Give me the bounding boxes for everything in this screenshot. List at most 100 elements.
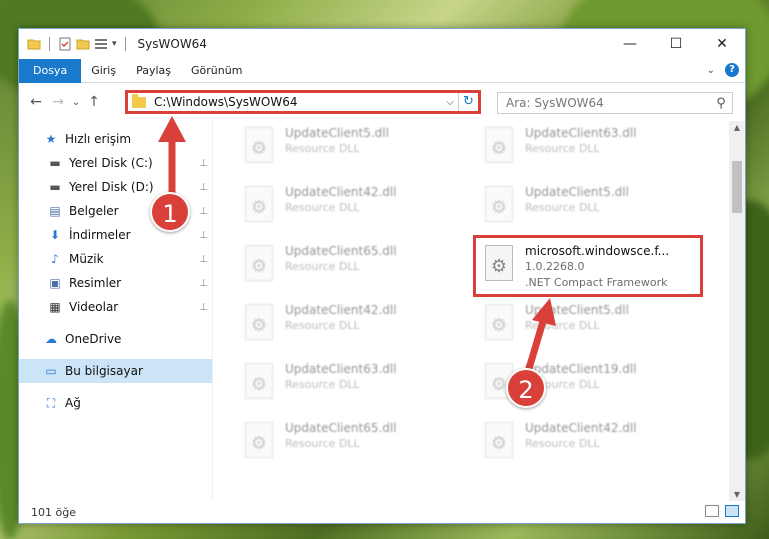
window-title: SysWOW64 — [137, 37, 207, 51]
sidebar-item[interactable]: ♪ Müzik ⊥ — [19, 247, 212, 271]
network-icon: ⛶ — [46, 395, 56, 410]
vertical-scrollbar[interactable]: ▲ ▼ — [729, 121, 745, 501]
tab-share[interactable]: Paylaş — [126, 59, 181, 83]
file-item[interactable]: ⚙ UpdateClient5.dll Resource DLL — [241, 125, 461, 173]
file-name: UpdateClient65.dll — [285, 244, 397, 258]
file-item[interactable]: ⚙ UpdateClient42.dll Resource DLL — [241, 184, 461, 232]
customize-toolbar-icon[interactable]: ▾ — [112, 39, 117, 49]
pin-icon: ⊥ — [199, 157, 208, 169]
explorer-window: ▾ SysWOW64 — ☐ ✕ Dosya Giriş Paylaş Görü… — [18, 28, 746, 524]
videos-icon: ▦ — [49, 300, 61, 314]
dll-file-icon: ⚙ — [241, 302, 277, 342]
navigation-pane: ★ Hızlı erişim ▬ Yerel Disk (C:) ⊥ ▬ Yerel Dis… — [19, 121, 213, 501]
folder-icon — [132, 93, 146, 108]
folder-icon — [27, 39, 41, 50]
address-path[interactable]: C:\Windows\SysWOW64 — [154, 95, 442, 109]
documents-icon: ▤ — [49, 204, 61, 218]
sidebar-item[interactable]: ▬ Yerel Disk (D:) ⊥ — [19, 175, 212, 199]
dll-file-icon: ⚙ — [241, 184, 277, 224]
file-description: Resource DLL — [525, 437, 600, 450]
sidebar-item[interactable]: ▣ Resimler ⊥ — [19, 271, 212, 295]
file-description: Resource DLL — [285, 437, 360, 450]
file-item[interactable]: ⚙ UpdateClient42.dll Resource DLL — [241, 302, 461, 350]
sidebar-item[interactable]: ★ Hızlı erişim — [19, 127, 212, 151]
navigation-bar: ← → ⌄ ↑ C:\Windows\SysWOW64 ⌵ ↻ Ara: Sys… — [19, 83, 745, 121]
address-dropdown-button[interactable]: ⌵ — [442, 97, 458, 108]
forward-button[interactable]: → — [47, 94, 69, 110]
downloads-icon: ⬇ — [49, 228, 61, 242]
divider — [124, 37, 126, 51]
file-name: UpdateClient63.dll — [285, 362, 397, 376]
tab-file[interactable]: Dosya — [19, 58, 82, 83]
maximize-button[interactable]: ☐ — [653, 29, 699, 59]
file-name: UpdateClient5.dll — [285, 126, 389, 140]
file-item[interactable]: ⚙ UpdateClient5.dll Resource DLL — [481, 184, 701, 232]
dll-file-icon: ⚙ — [481, 302, 517, 342]
file-description: Resource DLL — [285, 319, 360, 332]
file-item[interactable]: ⚙ UpdateClient42.dll Resource DLL — [481, 420, 701, 468]
sidebar-item[interactable]: ☁ OneDrive — [19, 327, 212, 351]
pin-icon: ⊥ — [199, 301, 208, 313]
scrollbar-thumb[interactable] — [732, 161, 742, 213]
scroll-up-arrow[interactable]: ▲ — [729, 123, 745, 132]
back-button[interactable]: ← — [25, 94, 47, 110]
file-item[interactable]: ⚙ UpdateClient63.dll Resource DLL — [241, 361, 461, 409]
sidebar-item-label: Müzik — [69, 252, 104, 266]
file-name: UpdateClient42.dll — [285, 185, 397, 199]
tiles-view-icon[interactable] — [725, 505, 739, 517]
help-button[interactable]: ? — [725, 63, 739, 77]
window-controls: — ☐ ✕ — [607, 29, 745, 59]
sidebar-item-label: Yerel Disk (C:) — [69, 156, 153, 170]
file-list: ⚙ UpdateClient5.dll Resource DLL ⚙ UpdateCli… — [213, 121, 729, 501]
sidebar-item-label: OneDrive — [65, 332, 122, 346]
ribbon-tabs: Dosya Giriş Paylaş Görünüm ⌄ ? — [19, 58, 745, 83]
sidebar-item-label: İndirmeler — [69, 228, 131, 242]
minimize-button[interactable]: — — [607, 29, 653, 59]
dll-file-icon: ⚙ — [241, 125, 277, 165]
scroll-down-arrow[interactable]: ▼ — [729, 490, 745, 499]
search-icon[interactable]: ⚲ — [710, 96, 732, 111]
dll-file-icon: ⚙ — [241, 243, 277, 283]
pin-icon: ⊥ — [199, 181, 208, 193]
search-input[interactable]: Ara: SysWOW64 — [506, 96, 710, 110]
dll-file-icon: ⚙ — [481, 125, 517, 165]
chevron-down-icon[interactable]: ⌄ — [707, 65, 715, 76]
tab-view[interactable]: Görünüm — [181, 59, 252, 83]
close-button[interactable]: ✕ — [699, 29, 745, 59]
properties-icon[interactable] — [58, 37, 72, 51]
view-toggle — [705, 505, 739, 517]
file-item[interactable]: ⚙ UpdateClient63.dll Resource DLL — [481, 125, 701, 173]
details-view-icon[interactable] — [705, 505, 719, 517]
pin-icon: ⊥ — [199, 205, 208, 217]
file-item[interactable]: ⚙ UpdateClient5.dll Resource DLL — [481, 302, 701, 350]
sidebar-item[interactable]: ⛶ Ağ — [19, 391, 212, 415]
sidebar-item-label: Bu bilgisayar — [65, 364, 143, 378]
file-name: UpdateClient5.dll — [525, 303, 629, 317]
file-name: UpdateClient19.dll — [525, 362, 637, 376]
step-1-callout: 1 — [150, 192, 190, 232]
sidebar-item[interactable]: ▦ Videolar ⊥ — [19, 295, 212, 319]
recent-locations-button[interactable]: ⌄ — [69, 97, 83, 108]
sidebar-item-label: Hızlı erişim — [65, 132, 132, 146]
quick-access-toolbar: ▾ — [19, 37, 130, 51]
sidebar-item-label: Resimler — [69, 276, 122, 290]
title-bar: ▾ SysWOW64 — ☐ ✕ — [19, 29, 745, 59]
address-bar[interactable]: C:\Windows\SysWOW64 ⌵ ↻ — [125, 90, 481, 114]
refresh-button[interactable]: ↻ — [458, 93, 478, 111]
new-folder-icon[interactable] — [76, 37, 90, 51]
sidebar-item-label: Videolar — [69, 300, 119, 314]
step-2-callout: 2 — [506, 368, 546, 408]
dll-file-icon: ⚙ — [481, 420, 517, 460]
up-button[interactable]: ↑ — [83, 94, 105, 110]
sidebar-item[interactable]: ▭ Bu bilgisayar — [19, 359, 212, 383]
file-item[interactable]: ⚙ UpdateClient65.dll Resource DLL — [241, 243, 461, 291]
drive-icon: ▬ — [49, 156, 61, 170]
file-item[interactable]: ⚙ UpdateClient65.dll Resource DLL — [241, 420, 461, 468]
highlight-box — [473, 235, 703, 297]
sidebar-item[interactable]: ▬ Yerel Disk (C:) ⊥ — [19, 151, 212, 175]
search-box[interactable]: Ara: SysWOW64 ⚲ — [497, 92, 733, 114]
tab-home[interactable]: Giriş — [81, 59, 126, 83]
pin-icon: ⊥ — [199, 253, 208, 265]
pictures-icon: ▣ — [49, 276, 61, 290]
view-options-icon[interactable] — [94, 37, 108, 51]
